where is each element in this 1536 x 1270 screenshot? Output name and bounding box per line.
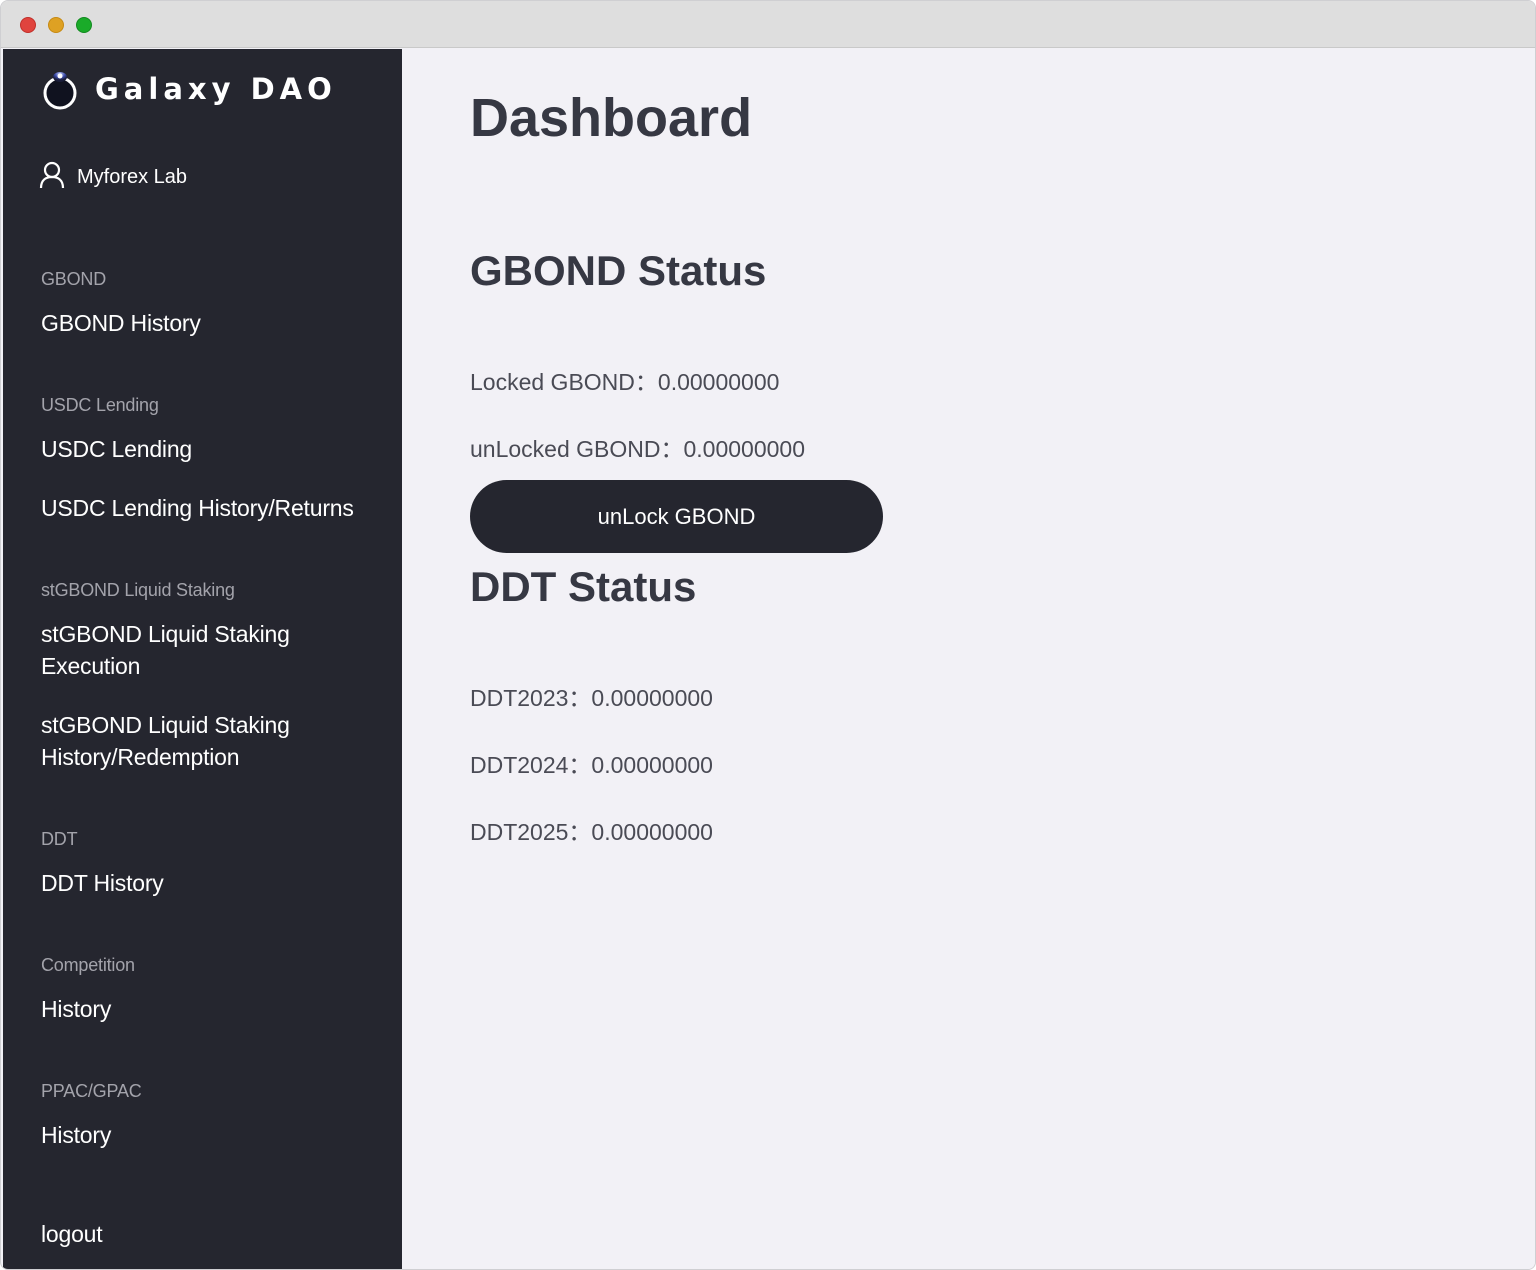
user-name: Myforex Lab [77, 166, 188, 188]
window-titlebar [1, 1, 1535, 48]
gbond-status-title: GBOND Status [470, 247, 767, 294]
unlock-gbond-button[interactable]: unLock GBOND [470, 480, 883, 553]
locked-gbond-value: Locked GBOND：0.00000000 [470, 369, 780, 395]
ddt2025-value: DDT2025：0.00000000 [470, 819, 713, 845]
ddt2024-value: DDT2024：0.00000000 [470, 752, 713, 778]
close-window-button[interactable] [20, 17, 36, 33]
main-content: Dashboard GBOND Status Locked GBOND：0.00… [402, 49, 1535, 1269]
moon-orb-icon [41, 68, 79, 110]
nav-heading-ppac-gpac: PPAC/GPAC [41, 1081, 142, 1101]
nav-heading-ddt: DDT [41, 829, 78, 849]
nav-heading-usdc-lending: USDC Lending [41, 395, 159, 415]
nav-item-ppac-history[interactable]: History [41, 1119, 111, 1151]
nav-heading-gbond: GBOND [41, 269, 107, 289]
sidebar: Galaxy DAO Myforex Lab GBOND GBOND Histo… [3, 49, 402, 1269]
logo[interactable]: Galaxy DAO [41, 65, 337, 113]
nav-heading-stgbond: stGBOND Liquid Staking [41, 580, 235, 600]
nav-item-stgbond-execution[interactable]: stGBOND Liquid Staking Execution [41, 618, 331, 682]
logo-text: Galaxy DAO [95, 72, 337, 106]
user-profile[interactable]: Myforex Lab [39, 161, 187, 194]
nav-item-stgbond-history[interactable]: stGBOND Liquid Staking History/Redemptio… [41, 709, 331, 773]
nav-item-ddt-history[interactable]: DDT History [41, 867, 164, 899]
unlocked-gbond-value: unLocked GBOND：0.00000000 [470, 436, 805, 462]
nav-item-competition-history[interactable]: History [41, 993, 111, 1025]
nav-item-gbond-history[interactable]: GBOND History [41, 307, 201, 339]
ddt2023-value: DDT2023：0.00000000 [470, 685, 713, 711]
ddt-status-title: DDT Status [470, 563, 697, 610]
browser-window: Galaxy DAO Myforex Lab GBOND GBOND Histo… [0, 0, 1536, 1270]
user-icon [39, 161, 65, 194]
maximize-window-button[interactable] [76, 17, 92, 33]
nav-item-usdc-lending[interactable]: USDC Lending [41, 433, 192, 465]
nav-heading-competition: Competition [41, 955, 135, 975]
minimize-window-button[interactable] [48, 17, 64, 33]
nav-item-usdc-lending-history[interactable]: USDC Lending History/Returns [41, 492, 354, 524]
logout-link[interactable]: logout [41, 1218, 103, 1250]
page-title: Dashboard [470, 88, 753, 148]
